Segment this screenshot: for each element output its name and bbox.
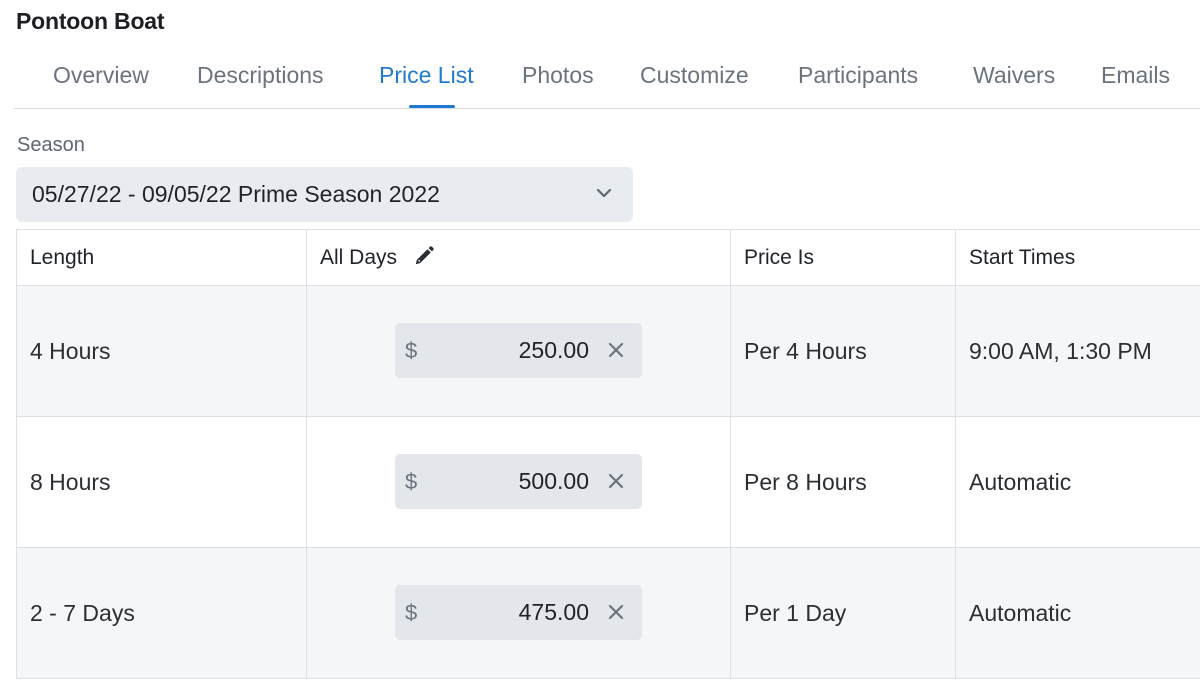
tab-participants[interactable]: Participants [798,62,918,89]
chevron-down-icon [596,188,612,198]
currency-symbol: $ [405,469,418,494]
start-times-cell: Automatic [955,547,1200,679]
tab-price-list[interactable]: Price List [379,62,474,89]
price-value: 500.00 [518,468,589,494]
price-cell: $ 475.00 [306,547,731,679]
tab-customize[interactable]: Customize [640,62,749,89]
page-title: Pontoon Boat [16,8,165,34]
tab-overview[interactable]: Overview [53,62,149,89]
column-header-start-times: Start Times [955,229,1200,286]
start-times-cell: 9:00 AM, 1:30 PM [955,285,1200,417]
active-tab-indicator [409,105,455,108]
clear-icon[interactable] [607,341,625,359]
price-cell: $ 500.00 [306,416,731,548]
price-value: 475.00 [518,599,589,625]
column-header-all-days: All Days [306,229,731,286]
season-select[interactable]: 05/27/22 - 09/05/22 Prime Season 2022 [16,167,633,222]
currency-symbol: $ [405,338,418,363]
table-row: 2 - 7 Days $ 475.00 Per 1 Day Automatic [16,547,1200,679]
price-is-cell: Per 4 Hours [730,285,956,417]
tab-photos[interactable]: Photos [522,62,594,89]
column-header-price-is: Price Is [730,229,956,286]
length-cell: 4 Hours [16,285,307,417]
price-cell: $ 250.00 [306,285,731,417]
clear-icon[interactable] [607,472,625,490]
table-row: 8 Hours $ 500.00 Per 8 Hours Automatic [16,416,1200,548]
length-cell: 8 Hours [16,416,307,548]
price-input[interactable]: $ 250.00 [395,323,642,378]
tab-descriptions[interactable]: Descriptions [197,62,324,89]
currency-symbol: $ [405,600,418,625]
pencil-icon[interactable] [413,245,435,267]
price-input[interactable]: $ 475.00 [395,585,642,640]
price-table: Length All Days Price Is Start Times 4 H… [16,229,1200,679]
price-is-cell: Per 1 Day [730,547,956,679]
tab-waivers[interactable]: Waivers [973,62,1055,89]
price-input[interactable]: $ 500.00 [395,454,642,509]
start-times-cell: Automatic [955,416,1200,548]
tab-emails[interactable]: Emails [1101,62,1170,89]
price-value: 250.00 [518,337,589,363]
clear-icon[interactable] [607,603,625,621]
column-header-length: Length [16,229,307,286]
season-label: Season [17,134,85,156]
table-header-row: Length All Days Price Is Start Times [16,229,1200,286]
tab-bar: Overview Descriptions Price List Photos … [14,50,1200,109]
season-select-value: 05/27/22 - 09/05/22 Prime Season 2022 [32,181,440,207]
length-cell: 2 - 7 Days [16,547,307,679]
price-is-cell: Per 8 Hours [730,416,956,548]
column-header-all-days-label: All Days [320,246,398,269]
table-row: 4 Hours $ 250.00 Per 4 Hours 9:00 AM, 1:… [16,285,1200,417]
